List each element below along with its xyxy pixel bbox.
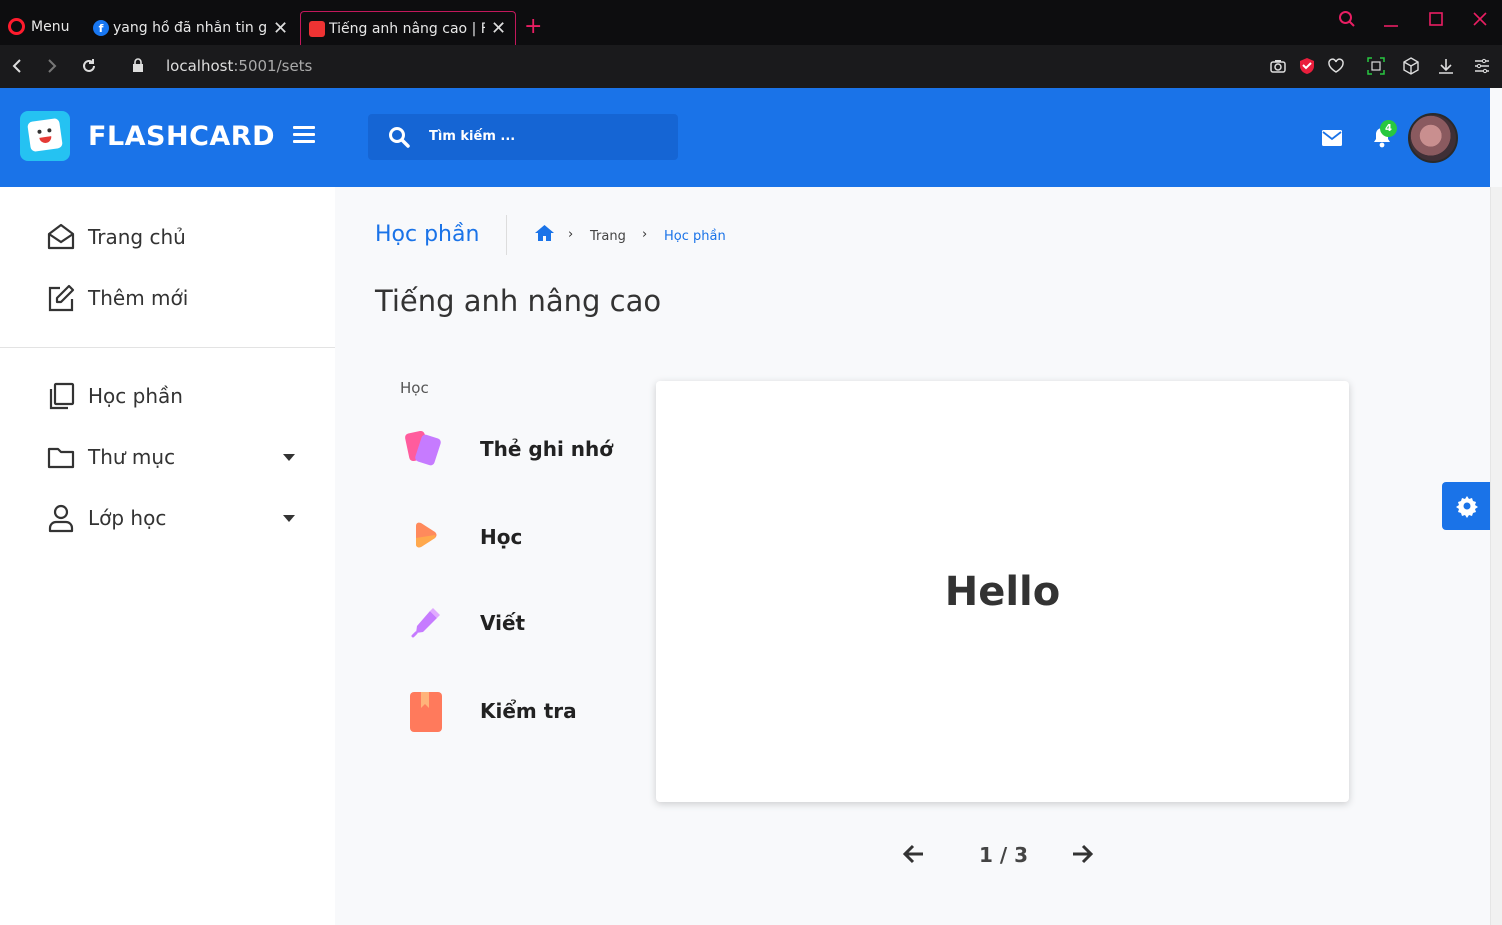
tab-title: yang hồ đã nhắn tin gay (113, 20, 267, 36)
close-window-icon[interactable] (1472, 10, 1488, 28)
main-content: Học phần › Trang › Học phần Tiếng anh nâ… (335, 187, 1490, 925)
minimize-icon[interactable] (1383, 10, 1399, 28)
home-icon[interactable] (534, 224, 555, 242)
mode-write[interactable]: Viết (400, 598, 640, 648)
sidebar-item-label: Thư mục (88, 445, 176, 469)
reload-icon[interactable] (80, 57, 98, 75)
folder-icon (47, 447, 75, 469)
breadcrumb-chevron-icon: › (642, 227, 648, 242)
browser-tab-flashcard[interactable]: Tiếng anh nâng cao | Flas ✕ (300, 11, 516, 45)
sidebar-item-add-new[interactable]: Thêm mới (46, 282, 188, 314)
chevron-down-icon[interactable] (283, 515, 295, 522)
mode-learn[interactable]: Học (400, 512, 640, 562)
home-icon (47, 223, 75, 250)
book-icon (410, 692, 442, 732)
notification-badge: 4 (1380, 120, 1397, 137)
sidebar-item-label: Trang chủ (88, 225, 186, 249)
sidebar-item-label: Học phần (88, 384, 183, 408)
copy-icon (49, 382, 75, 410)
mode-label: Học (480, 525, 523, 549)
pen-icon (411, 608, 440, 638)
forward-icon[interactable] (45, 58, 59, 74)
arrow-right-icon[interactable] (1070, 842, 1094, 866)
mail-icon[interactable] (1322, 130, 1342, 146)
flashcard[interactable]: Hello (656, 381, 1349, 802)
tab-title: Tiếng anh nâng cao | Flas (329, 20, 485, 37)
settings-button[interactable] (1442, 482, 1492, 530)
cube-icon[interactable] (1402, 57, 1420, 75)
sidebar-item-label: Thêm mới (88, 286, 189, 310)
avatar[interactable] (1408, 113, 1458, 163)
search-input[interactable]: Tìm kiếm ... (368, 114, 678, 160)
sidebar-item-folders[interactable]: Thư mục (46, 441, 175, 473)
mode-label: Kiểm tra (480, 699, 577, 723)
sidebar-item-label: Lớp học (88, 506, 167, 530)
close-icon[interactable]: ✕ (491, 18, 507, 39)
camera-icon[interactable] (1269, 57, 1287, 75)
play-icon (416, 522, 437, 548)
snapshot-icon[interactable] (1367, 57, 1385, 75)
maximize-icon[interactable] (1428, 10, 1444, 28)
search-tabs-icon[interactable] (1338, 10, 1356, 28)
url-path: :5001/sets (233, 57, 313, 75)
close-icon[interactable]: ✕ (273, 18, 289, 39)
flashcard-favicon (309, 20, 325, 37)
app-header: FLASHCARD Tìm kiếm ... 4 (0, 88, 1490, 187)
browser-tab-bar: Menu f yang hồ đã nhắn tin gay ✕ Tiếng a… (0, 0, 1502, 45)
browser-tab-facebook[interactable]: f yang hồ đã nhắn tin gay ✕ (85, 11, 297, 45)
sidebar-item-study-sets[interactable]: Học phần (46, 380, 183, 412)
breadcrumb-current: Học phần (664, 229, 726, 244)
set-title: Tiếng anh nâng cao (375, 284, 662, 318)
easy-setup-icon[interactable] (1473, 57, 1491, 75)
scrollbar[interactable] (1490, 187, 1502, 925)
chevron-down-icon[interactable] (283, 454, 295, 461)
sidebar-item-classes[interactable]: Lớp học (46, 502, 166, 534)
user-icon (48, 504, 74, 533)
arrow-left-icon[interactable] (902, 842, 926, 866)
adblock-shield-icon[interactable] (1298, 57, 1316, 75)
breadcrumb-link[interactable]: Trang (590, 229, 626, 244)
flashcard-logo-icon[interactable] (20, 111, 70, 161)
back-icon[interactable] (10, 58, 24, 74)
mode-label: Viết (480, 611, 526, 635)
url-host: localhost (166, 57, 234, 75)
mode-flashcards[interactable]: Thẻ ghi nhớ (400, 424, 640, 474)
opera-logo-icon (8, 18, 25, 35)
browser-menu-label: Menu (31, 18, 70, 35)
breadcrumb-chevron-icon: › (568, 227, 574, 242)
sidebar-divider (0, 347, 335, 348)
browser-menu-button[interactable]: Menu (8, 18, 69, 35)
mode-label: Thẻ ghi nhớ (480, 437, 613, 461)
gear-icon (1456, 496, 1478, 518)
url-field[interactable]: localhost:5001/sets (166, 57, 312, 75)
page-title: Học phần (375, 222, 480, 247)
facebook-icon: f (93, 20, 109, 36)
sidebar: Trang chủ Thêm mới Học phần Thư mục Lớp … (0, 187, 335, 925)
browser-address-bar: localhost:5001/sets (0, 45, 1502, 88)
breadcrumb-divider (506, 215, 507, 255)
lock-icon (133, 58, 143, 72)
card-counter: 1 / 3 (979, 843, 1029, 867)
brand-name[interactable]: FLASHCARD (88, 121, 275, 152)
mode-test[interactable]: Kiểm tra (400, 686, 640, 736)
search-icon (389, 127, 410, 148)
study-heading: Học (400, 379, 429, 397)
heart-icon[interactable] (1327, 57, 1345, 75)
flashcards-icon (405, 430, 441, 466)
edit-icon (48, 284, 75, 312)
flashcard-term: Hello (944, 568, 1061, 615)
sidebar-item-home[interactable]: Trang chủ (46, 221, 186, 253)
hamburger-menu-icon[interactable] (293, 126, 315, 144)
download-icon[interactable] (1437, 57, 1455, 75)
search-placeholder: Tìm kiếm ... (429, 129, 516, 144)
new-tab-plus-icon[interactable]: + (524, 14, 542, 39)
